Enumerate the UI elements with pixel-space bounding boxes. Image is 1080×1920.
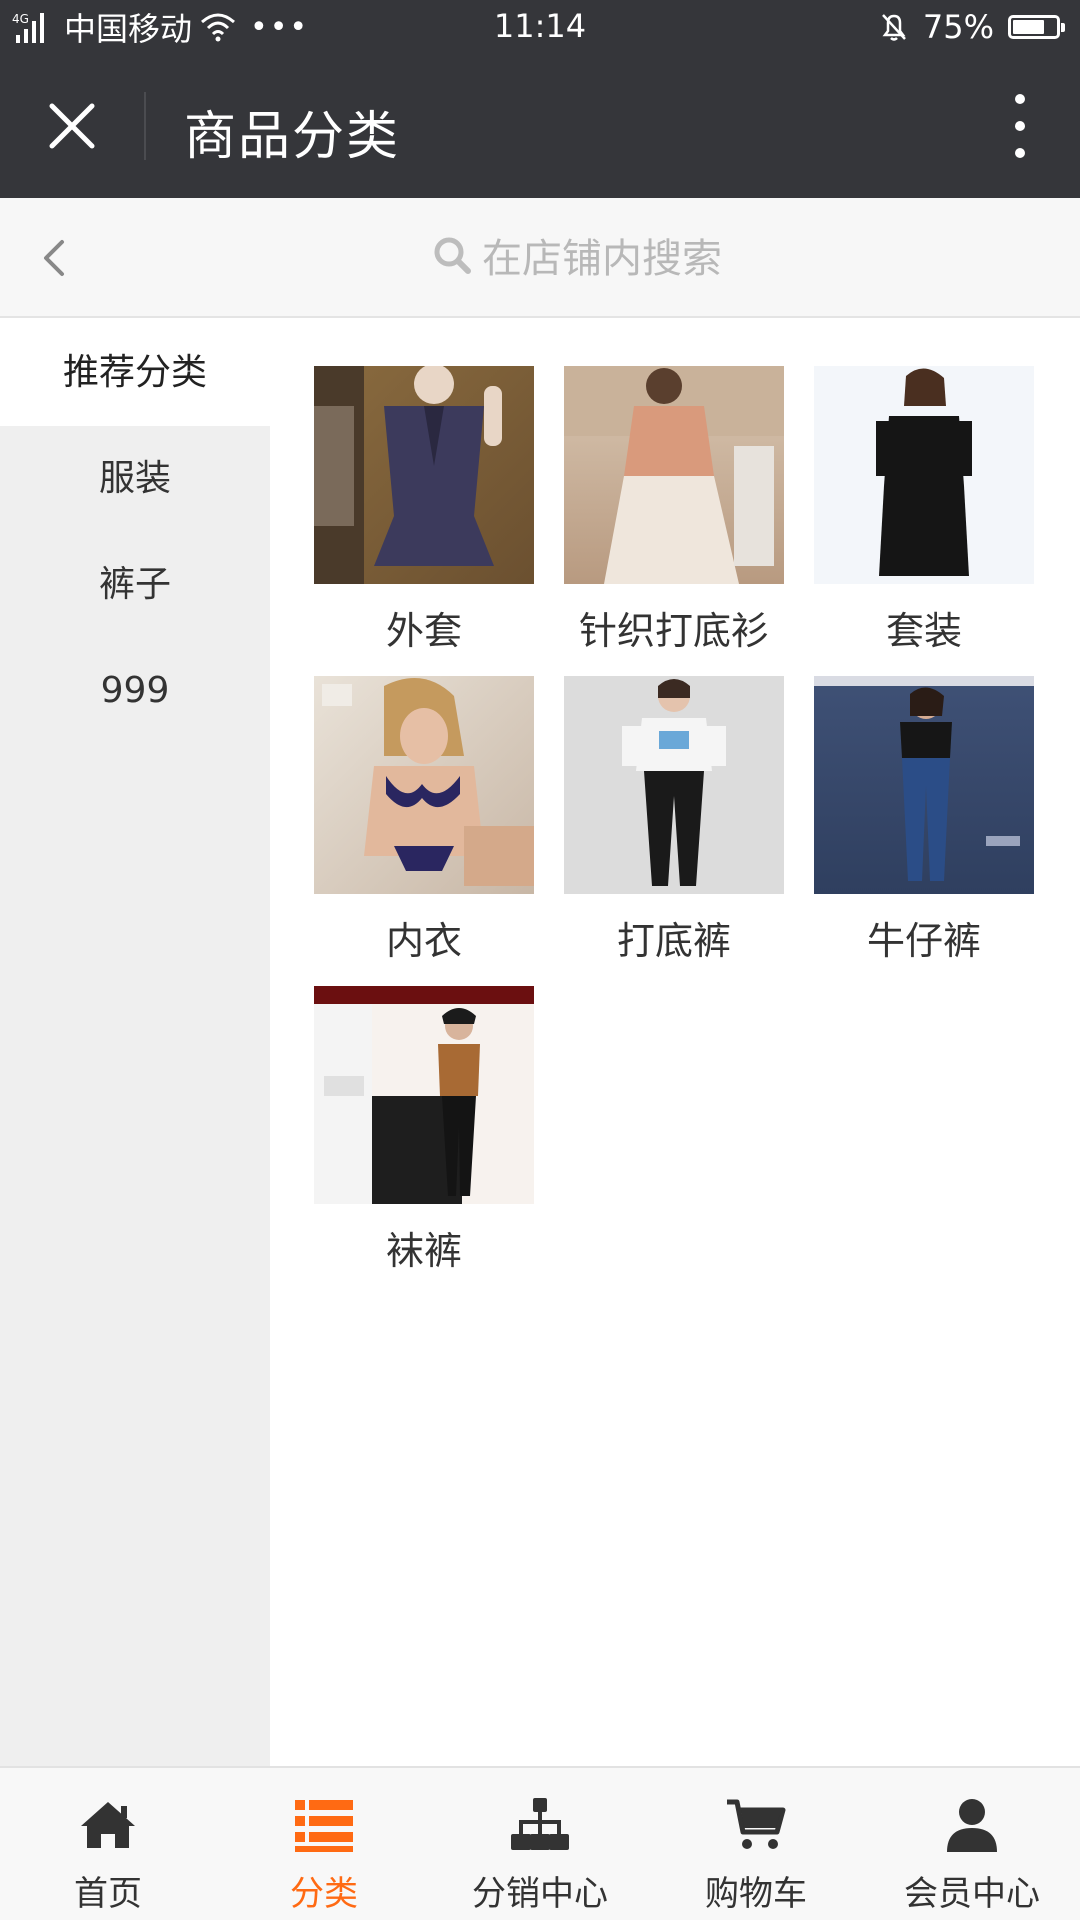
tab-label: 会员中心 (904, 1874, 1040, 1914)
category-card-underwear[interactable]: 内衣 (314, 676, 534, 965)
tab-label: 分销中心 (472, 1874, 608, 1914)
sidebar-item-pants[interactable]: 裤子 (0, 532, 270, 638)
sitemap-icon (511, 1798, 569, 1850)
close-icon[interactable] (42, 96, 102, 156)
sidebar-item-label: 999 (100, 670, 170, 711)
status-bar: 4G 中国移动 ••• 11:14 75% (0, 0, 1080, 54)
category-label: 打底裤 (616, 919, 731, 963)
category-image-underwear (314, 676, 534, 894)
sidebar-item-recommended[interactable]: 推荐分类 (0, 320, 270, 426)
sidebar-item-label: 推荐分类 (62, 352, 207, 393)
search-placeholder: 在店铺内搜索 (482, 236, 722, 282)
bell-muted-icon (881, 14, 906, 41)
category-card-jeans[interactable]: 牛仔裤 (814, 676, 1034, 965)
category-image-jeans (814, 676, 1034, 894)
cart-icon (727, 1799, 786, 1849)
tab-distribution-center[interactable]: 分销中心 (432, 1768, 648, 1920)
category-card-knit-top[interactable]: 针织打底衫 (564, 366, 784, 655)
sidebar-item-label: 服装 (98, 458, 171, 499)
user-icon (947, 1799, 997, 1852)
tab-cart[interactable]: 购物车 (648, 1768, 864, 1920)
bottom-tab-bar: 首页 分类 分销中心 购物车 会员中心 (0, 1766, 1080, 1920)
battery-level (1013, 20, 1044, 34)
back-chevron-icon[interactable] (32, 230, 76, 286)
category-image-coat (314, 366, 534, 584)
search-input[interactable]: 在店铺内搜索 (432, 226, 722, 284)
title-bar: 商品分类 (0, 54, 1080, 198)
category-image-knit-top (564, 366, 784, 584)
home-icon (81, 1802, 135, 1848)
list-icon (295, 1800, 353, 1852)
category-card-set[interactable]: 套装 (814, 366, 1034, 655)
sidebar-item-999[interactable]: 999 (0, 638, 270, 744)
tab-home[interactable]: 首页 (0, 1768, 216, 1920)
title-divider (144, 92, 146, 160)
category-card-coat[interactable]: 外套 (314, 366, 534, 655)
tab-category[interactable]: 分类 (216, 1768, 432, 1920)
category-image-set (814, 366, 1034, 584)
category-label: 内衣 (385, 919, 462, 963)
category-card-leggings[interactable]: 打底裤 (564, 676, 784, 965)
more-menu-icon[interactable] (990, 94, 1050, 158)
category-image-stocking-pants (314, 986, 534, 1204)
battery-icon (1008, 15, 1065, 39)
category-label: 外套 (385, 609, 462, 653)
category-card-stocking-pants[interactable]: 袜裤 (314, 986, 534, 1275)
status-right: 75% (879, 6, 1065, 48)
category-label: 牛仔裤 (866, 919, 981, 963)
category-image-leggings (564, 676, 784, 894)
category-label: 袜裤 (385, 1229, 462, 1273)
tab-label: 购物车 (705, 1874, 807, 1914)
tab-label: 首页 (74, 1874, 142, 1914)
search-icon (434, 237, 471, 274)
sidebar-item-label: 裤子 (98, 564, 171, 605)
category-label: 套装 (885, 609, 962, 653)
category-sidebar: 推荐分类 服装 裤子 999 (0, 320, 270, 1766)
search-bar: 在店铺内搜索 (0, 198, 1080, 318)
sidebar-item-clothing[interactable]: 服装 (0, 426, 270, 532)
category-label: 针织打底衫 (578, 609, 769, 653)
tab-label: 分类 (290, 1874, 358, 1914)
tab-member-center[interactable]: 会员中心 (864, 1768, 1080, 1920)
battery-percent: 75% (922, 8, 994, 46)
page-title: 商品分类 (184, 107, 401, 167)
